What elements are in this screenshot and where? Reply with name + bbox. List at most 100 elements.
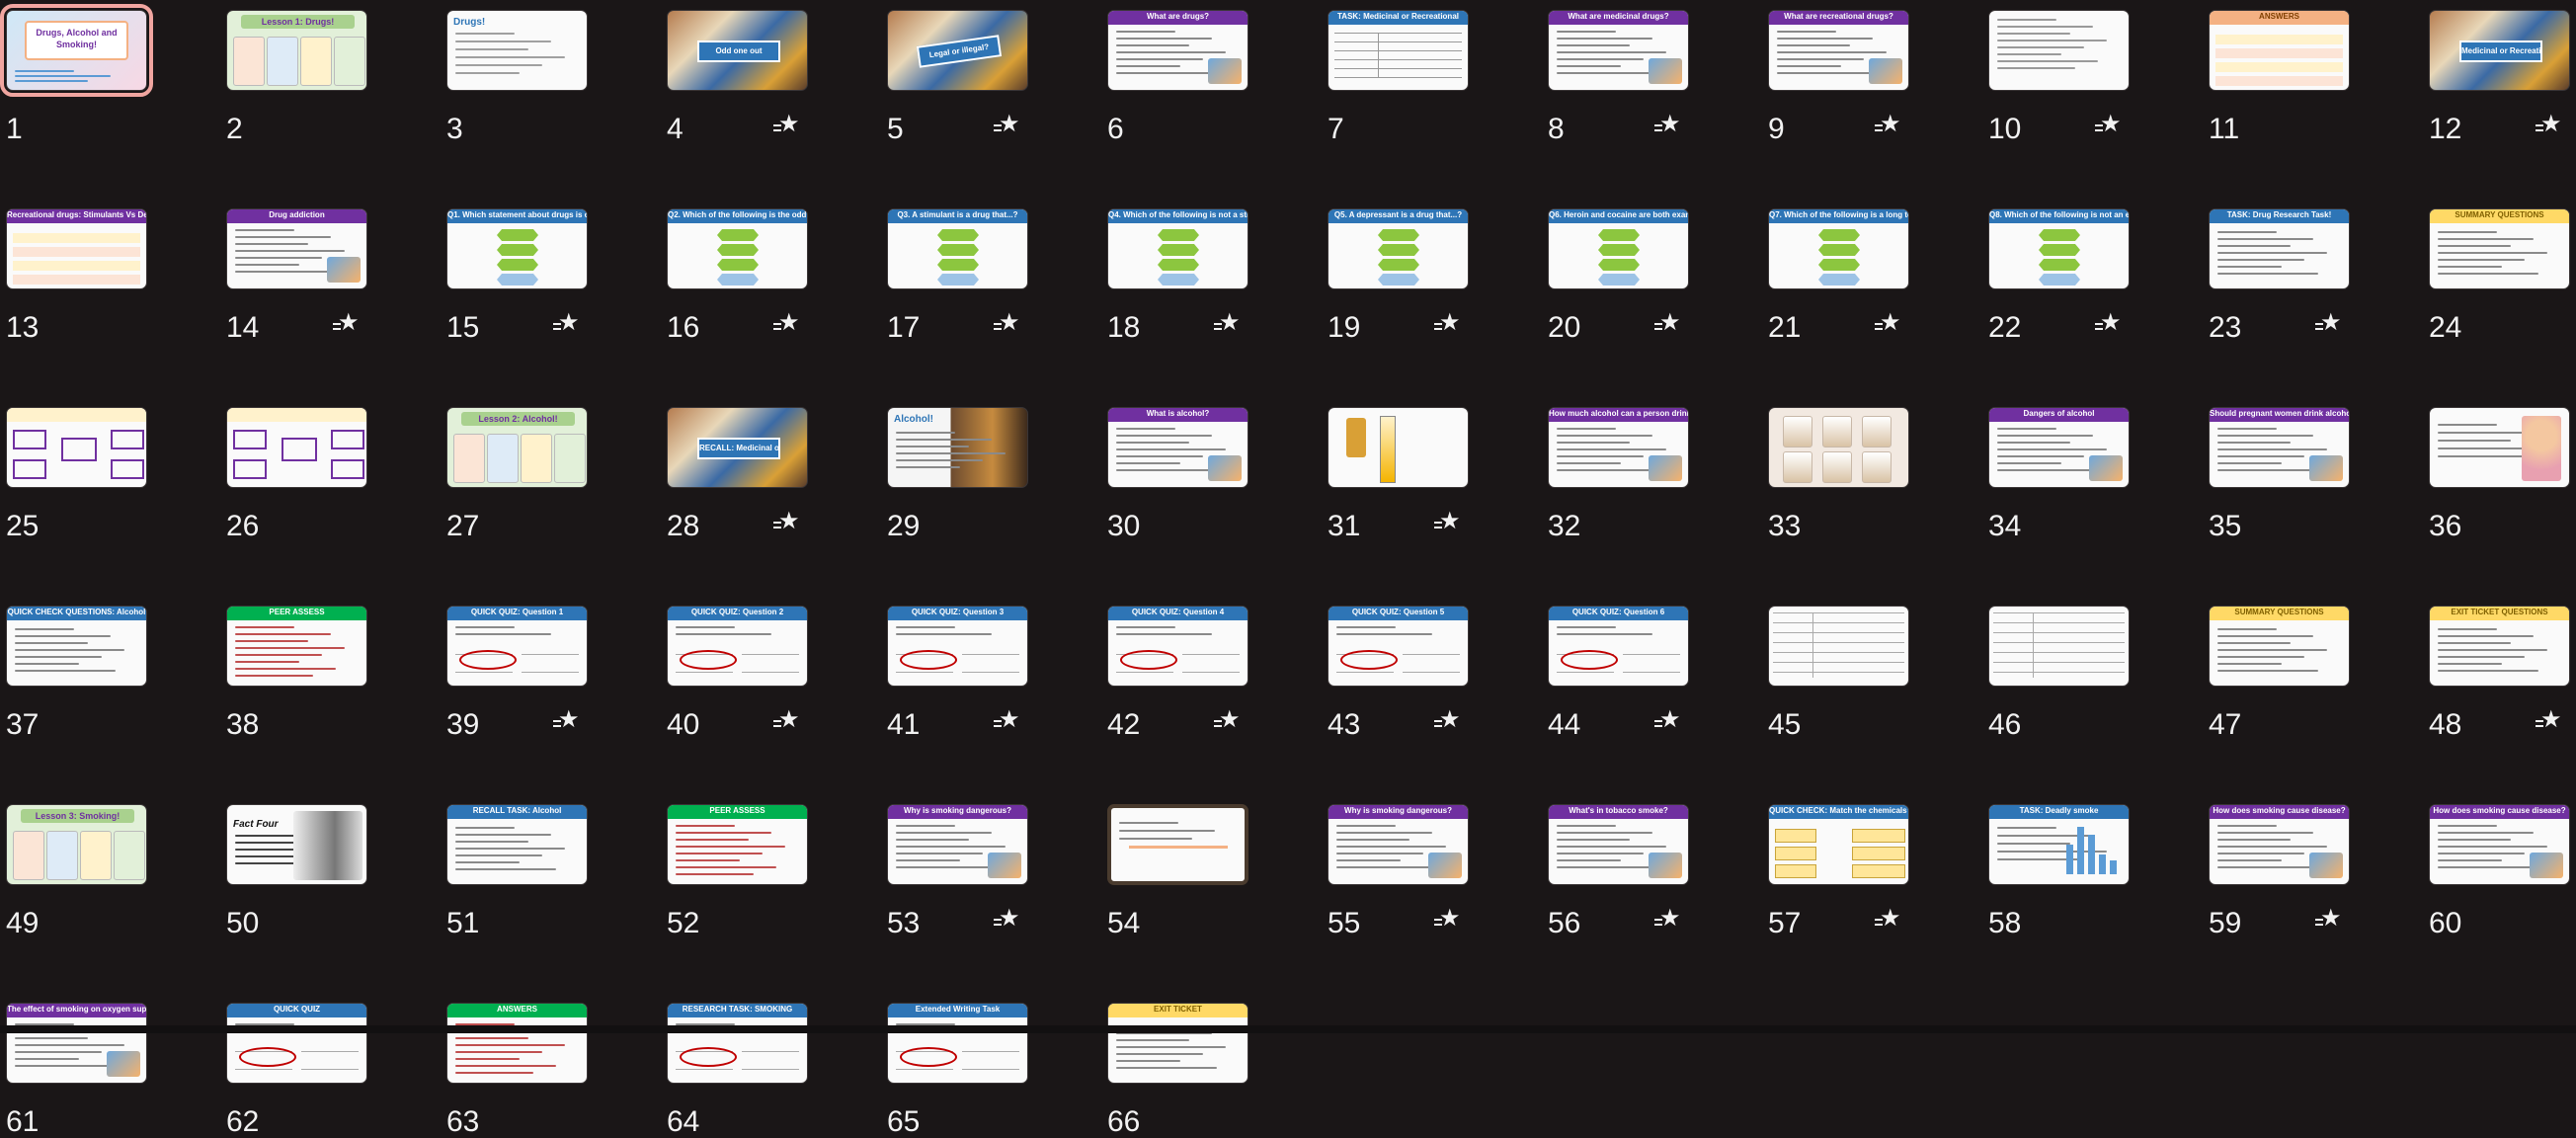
slide-thumbnail-25[interactable]: 25 xyxy=(6,407,147,541)
slide-thumbnail-12[interactable]: Medicinal or Recreational? 12 ★ xyxy=(2429,10,2570,144)
slide-thumbnail-49[interactable]: Lesson 3: Smoking! 49 xyxy=(6,804,147,938)
slide-thumbnail-33[interactable]: 33 xyxy=(1768,407,1909,541)
slide-preview[interactable] xyxy=(1768,606,1909,687)
slide-preview[interactable]: Fact Four xyxy=(226,804,367,885)
slide-preview[interactable]: What are drugs? xyxy=(1107,10,1248,91)
slide-preview[interactable]: How does smoking cause disease? xyxy=(2209,804,2350,885)
slide-preview[interactable]: Q1. Which statement about drugs is corre… xyxy=(446,208,588,289)
slide-thumbnail-13[interactable]: Recreational drugs: Stimulants Vs Depres… xyxy=(6,208,147,343)
slide-preview[interactable]: Why is smoking dangerous? xyxy=(887,804,1028,885)
slide-preview[interactable] xyxy=(1768,407,1909,488)
slide-thumbnail-45[interactable]: 45 xyxy=(1768,606,1909,740)
slide-thumbnail-57[interactable]: QUICK CHECK: Match the chemicals in toba… xyxy=(1768,804,1909,938)
slide-thumbnail-29[interactable]: Alcohol! 29 xyxy=(887,407,1028,541)
slide-thumbnail-50[interactable]: Fact Four 50 xyxy=(226,804,367,938)
slide-thumbnail-53[interactable]: Why is smoking dangerous? 53 ★ xyxy=(887,804,1028,938)
slide-thumbnail-3[interactable]: Drugs! 3 xyxy=(446,10,588,144)
slide-preview[interactable]: Alcohol! xyxy=(887,407,1028,488)
slide-thumbnail-51[interactable]: RECALL TASK: Alcohol 51 xyxy=(446,804,588,938)
slide-thumbnail-14[interactable]: Drug addiction 14 ★ xyxy=(226,208,367,343)
slide-preview[interactable]: What's in tobacco smoke? xyxy=(1548,804,1689,885)
slide-preview[interactable]: PEER ASSESS xyxy=(667,804,808,885)
slide-thumbnail-20[interactable]: Q6. Heroin and cocaine are both examples… xyxy=(1548,208,1689,343)
slide-thumbnail-9[interactable]: What are recreational drugs? 9 ★ xyxy=(1768,10,1909,144)
slide-thumbnail-46[interactable]: 46 xyxy=(1988,606,2130,740)
slide-thumbnail-39[interactable]: QUICK QUIZ: Question 1 39 ★ xyxy=(446,606,588,740)
slide-preview[interactable]: Odd one out xyxy=(667,10,808,91)
slide-thumbnail-38[interactable]: PEER ASSESS 38 xyxy=(226,606,367,740)
slide-thumbnail-24[interactable]: SUMMARY QUESTIONS 24 xyxy=(2429,208,2570,343)
slide-thumbnail-32[interactable]: How much alcohol can a person drink safe… xyxy=(1548,407,1689,541)
slide-thumbnail-42[interactable]: QUICK QUIZ: Question 4 42 ★ xyxy=(1107,606,1248,740)
slide-thumbnail-18[interactable]: Q4. Which of the following is not a stim… xyxy=(1107,208,1248,343)
slide-thumbnail-48[interactable]: EXIT TICKET QUESTIONS 48 ★ xyxy=(2429,606,2570,740)
slide-thumbnail-4[interactable]: Odd one out 4 ★ xyxy=(667,10,808,144)
slide-preview[interactable]: QUICK CHECK QUESTIONS: Alcohol xyxy=(6,606,147,687)
slide-preview[interactable]: RESEARCH TASK: SMOKING xyxy=(667,1003,808,1084)
slide-thumbnail-27[interactable]: Lesson 2: Alcohol! 27 xyxy=(446,407,588,541)
slide-thumbnail-34[interactable]: Dangers of alcohol 34 xyxy=(1988,407,2130,541)
slide-preview[interactable]: EXIT TICKET QUESTIONS xyxy=(2429,606,2570,687)
slide-thumbnail-1[interactable]: Drugs, Alcohol and Smoking! 1 xyxy=(0,4,153,144)
slide-preview[interactable]: ANSWERS xyxy=(2209,10,2350,91)
slide-preview[interactable]: TASK: Drug Research Task! xyxy=(2209,208,2350,289)
slide-preview[interactable]: Q2. Which of the following is the odd on… xyxy=(667,208,808,289)
slide-preview[interactable]: EXIT TICKET xyxy=(1107,1003,1248,1084)
slide-thumbnail-56[interactable]: What's in tobacco smoke? 56 ★ xyxy=(1548,804,1689,938)
slide-preview[interactable]: QUICK QUIZ: Question 5 xyxy=(1328,606,1469,687)
slide-preview[interactable]: Recreational drugs: Stimulants Vs Depres… xyxy=(6,208,147,289)
slide-thumbnail-59[interactable]: How does smoking cause disease? 59 ★ xyxy=(2209,804,2350,938)
slide-thumbnail-30[interactable]: What is alcohol? 30 xyxy=(1107,407,1248,541)
slide-thumbnail-64[interactable]: RESEARCH TASK: SMOKING 64 xyxy=(667,1003,808,1137)
slide-preview[interactable]: What are medicinal drugs? xyxy=(1548,10,1689,91)
slide-thumbnail-22[interactable]: Q8. Which of the following is not an eff… xyxy=(1988,208,2130,343)
slide-thumbnail-26[interactable]: 26 xyxy=(226,407,367,541)
slide-thumbnail-31[interactable]: 31 ★ xyxy=(1328,407,1469,541)
slide-thumbnail-17[interactable]: Q3. A stimulant is a drug that...? 17 ★ xyxy=(887,208,1028,343)
slide-preview[interactable] xyxy=(1988,10,2130,91)
slide-thumbnail-63[interactable]: ANSWERS 63 xyxy=(446,1003,588,1137)
slide-thumbnail-19[interactable]: Q5. A depressant is a drug that...? 19 ★ xyxy=(1328,208,1469,343)
slide-thumbnail-21[interactable]: Q7. Which of the following is a long ter… xyxy=(1768,208,1909,343)
slide-thumbnail-28[interactable]: RECALL: Medicinal or Recreational? 28 ★ xyxy=(667,407,808,541)
slide-thumbnail-55[interactable]: Why is smoking dangerous? 55 ★ xyxy=(1328,804,1469,938)
slide-preview[interactable]: RECALL TASK: Alcohol xyxy=(446,804,588,885)
slide-preview[interactable]: SUMMARY QUESTIONS xyxy=(2209,606,2350,687)
slide-thumbnail-23[interactable]: TASK: Drug Research Task! 23 ★ xyxy=(2209,208,2350,343)
slide-preview[interactable]: Q3. A stimulant is a drug that...? xyxy=(887,208,1028,289)
slide-preview[interactable] xyxy=(1328,407,1469,488)
slide-thumbnail-65[interactable]: Extended Writing Task 65 xyxy=(887,1003,1028,1137)
slide-thumbnail-41[interactable]: QUICK QUIZ: Question 3 41 ★ xyxy=(887,606,1028,740)
slide-preview[interactable]: Dangers of alcohol xyxy=(1988,407,2130,488)
slide-thumbnail-2[interactable]: Lesson 1: Drugs! 2 xyxy=(226,10,367,144)
slide-preview[interactable]: Q7. Which of the following is a long ter… xyxy=(1768,208,1909,289)
slide-preview[interactable]: RECALL: Medicinal or Recreational? xyxy=(667,407,808,488)
slide-preview[interactable]: Lesson 3: Smoking! xyxy=(6,804,147,885)
slide-thumbnail-54[interactable]: 54 xyxy=(1107,804,1248,938)
slide-preview[interactable]: QUICK QUIZ: Question 1 xyxy=(446,606,588,687)
slide-thumbnail-60[interactable]: How does smoking cause disease? 60 xyxy=(2429,804,2570,938)
horizontal-scrollbar[interactable] xyxy=(0,1025,2576,1033)
slide-thumbnail-16[interactable]: Q2. Which of the following is the odd on… xyxy=(667,208,808,343)
slide-preview[interactable]: QUICK QUIZ: Question 2 xyxy=(667,606,808,687)
slide-thumbnail-66[interactable]: EXIT TICKET 66 xyxy=(1107,1003,1248,1137)
slide-preview[interactable]: Should pregnant women drink alcohol? xyxy=(2209,407,2350,488)
slide-thumbnail-10[interactable]: 10 ★ xyxy=(1988,10,2130,144)
slide-thumbnail-37[interactable]: QUICK CHECK QUESTIONS: Alcohol 37 xyxy=(6,606,147,740)
slide-preview[interactable]: What are recreational drugs? xyxy=(1768,10,1909,91)
slide-thumbnail-5[interactable]: Legal or illegal? 5 ★ xyxy=(887,10,1028,144)
slide-preview[interactable]: Drugs, Alcohol and Smoking! xyxy=(0,4,153,97)
slide-preview[interactable]: QUICK QUIZ xyxy=(226,1003,367,1084)
slide-preview[interactable]: Drugs! xyxy=(446,10,588,91)
slide-preview[interactable]: Q4. Which of the following is not a stim… xyxy=(1107,208,1248,289)
slide-preview[interactable] xyxy=(2429,407,2570,488)
slide-thumbnail-8[interactable]: What are medicinal drugs? 8 ★ xyxy=(1548,10,1689,144)
slide-thumbnail-11[interactable]: ANSWERS 11 xyxy=(2209,10,2350,144)
slide-preview[interactable]: Lesson 1: Drugs! xyxy=(226,10,367,91)
slide-preview[interactable]: QUICK QUIZ: Question 4 xyxy=(1107,606,1248,687)
slide-preview[interactable]: Q5. A depressant is a drug that...? xyxy=(1328,208,1469,289)
slide-preview[interactable]: Legal or illegal? xyxy=(887,10,1028,91)
slide-preview[interactable]: SUMMARY QUESTIONS xyxy=(2429,208,2570,289)
slide-thumbnail-43[interactable]: QUICK QUIZ: Question 5 43 ★ xyxy=(1328,606,1469,740)
slide-preview[interactable] xyxy=(1988,606,2130,687)
